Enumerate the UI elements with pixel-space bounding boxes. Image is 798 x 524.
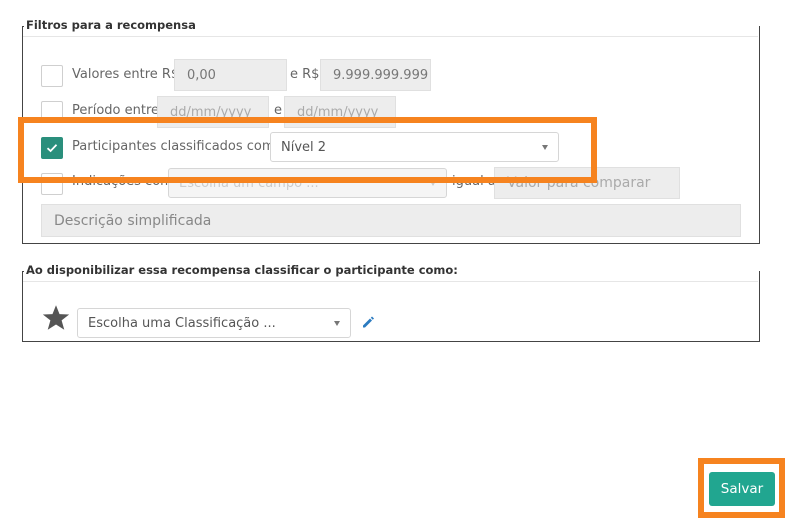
- valores-min-input[interactable]: 0,00: [174, 59, 287, 91]
- valores-checkbox[interactable]: [41, 65, 63, 87]
- valores-label: Valores entre R$: [72, 67, 180, 82]
- valores-max-input[interactable]: 9.999.999.999: [320, 59, 431, 91]
- star-icon: [42, 305, 70, 330]
- classificacao-legend: Ao disponibilizar essa recompensa classi…: [24, 263, 460, 277]
- filters-separator: [23, 36, 758, 37]
- valores-mid-label: e R$: [290, 67, 320, 82]
- descricao-input[interactable]: Descrição simplificada: [41, 204, 741, 237]
- chevron-down-icon: [334, 321, 340, 326]
- classificacao-select-placeholder: Escolha uma Classificação ...: [88, 315, 276, 331]
- participantes-highlight: [18, 117, 597, 183]
- periodo-mid-label: e: [274, 103, 282, 118]
- classificacao-select[interactable]: Escolha uma Classificação ...: [77, 308, 351, 338]
- classificacao-separator: [23, 281, 758, 282]
- periodo-label: Período entre: [72, 103, 160, 118]
- pencil-icon[interactable]: [361, 315, 375, 329]
- filters-legend: Filtros para a recompensa: [24, 18, 198, 32]
- save-button[interactable]: Salvar: [709, 472, 775, 506]
